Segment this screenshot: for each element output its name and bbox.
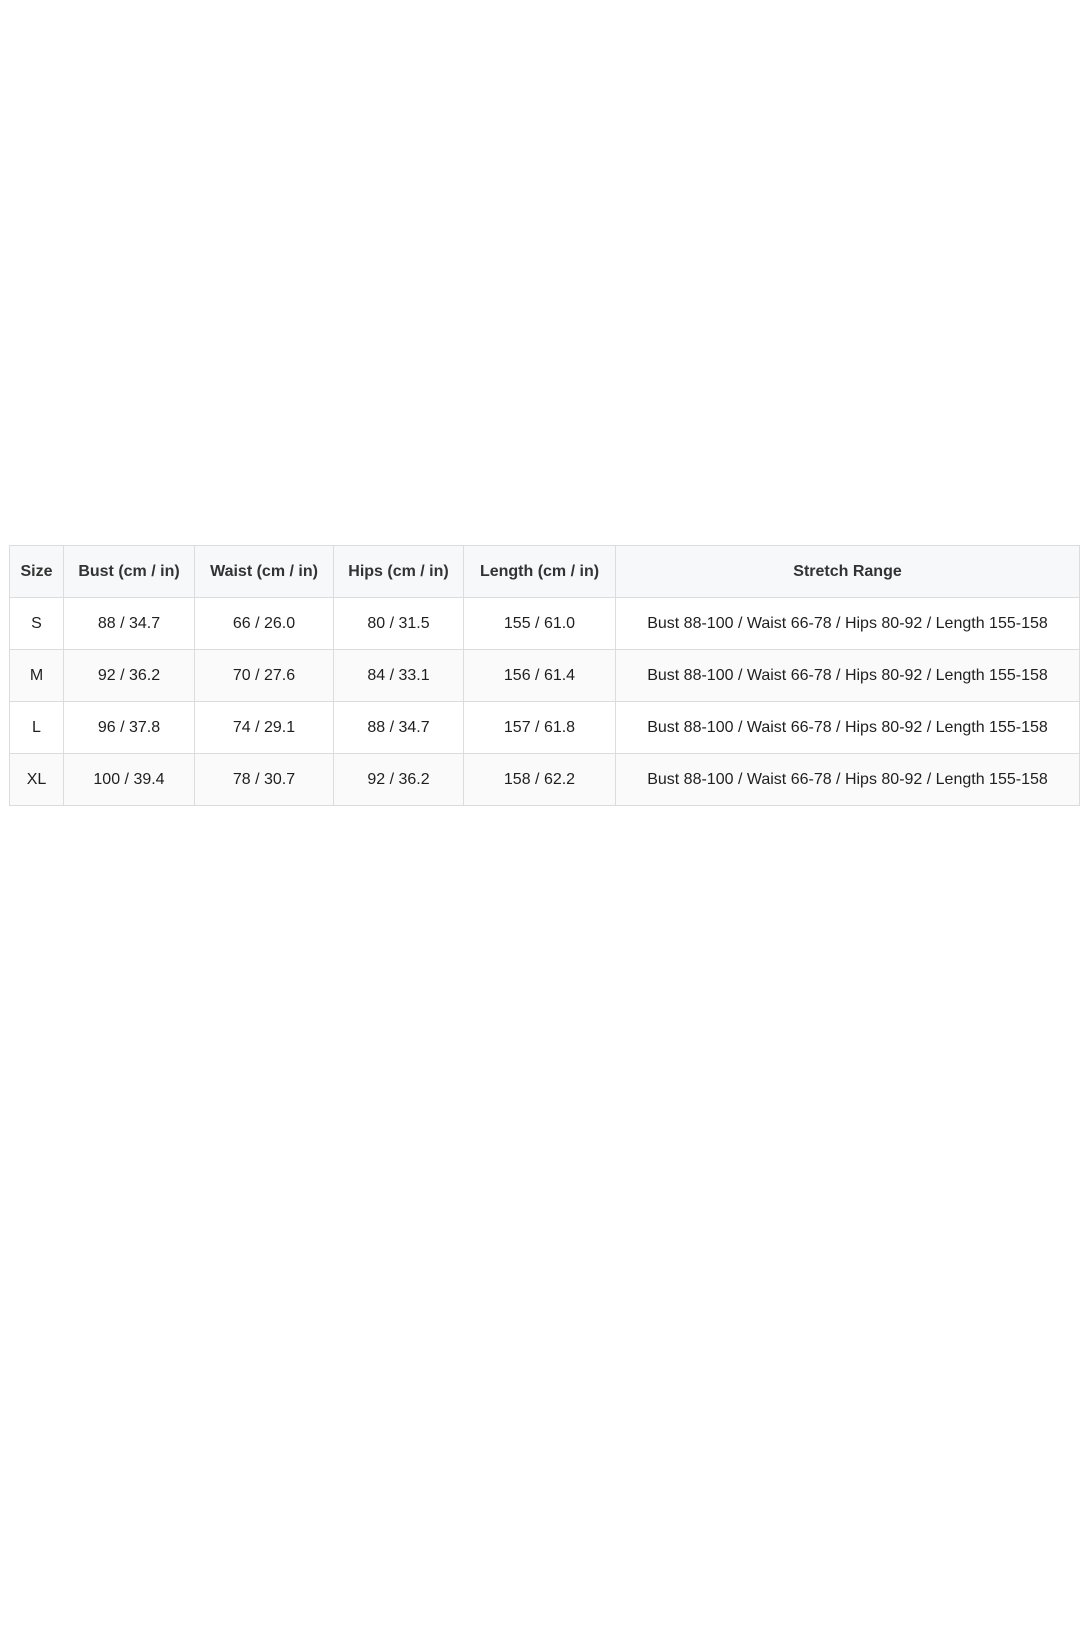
cell-bust: 92 / 36.2 [63, 649, 195, 702]
header-hips: Hips (cm / in) [333, 545, 464, 598]
cell-bust: 96 / 37.8 [63, 701, 195, 754]
cell-stretch-range: Bust 88-100 / Waist 66-78 / Hips 80-92 /… [615, 701, 1080, 754]
table-row: L 96 / 37.8 74 / 29.1 88 / 34.7 157 / 61… [9, 701, 1080, 754]
cell-hips: 80 / 31.5 [333, 597, 464, 650]
header-length: Length (cm / in) [463, 545, 616, 598]
cell-bust: 88 / 34.7 [63, 597, 195, 650]
size-chart-header: Size Bust (cm / in) Waist (cm / in) Hips… [9, 545, 1080, 598]
header-waist: Waist (cm / in) [194, 545, 334, 598]
table-row: XL 100 / 39.4 78 / 30.7 92 / 36.2 158 / … [9, 753, 1080, 806]
cell-hips: 92 / 36.2 [333, 753, 464, 806]
cell-size: XL [9, 753, 64, 806]
cell-hips: 88 / 34.7 [333, 701, 464, 754]
size-chart-body: S 88 / 34.7 66 / 26.0 80 / 31.5 155 / 61… [9, 597, 1080, 806]
cell-length: 155 / 61.0 [463, 597, 616, 650]
cell-length: 158 / 62.2 [463, 753, 616, 806]
header-size: Size [9, 545, 64, 598]
cell-size: S [9, 597, 64, 650]
cell-waist: 78 / 30.7 [194, 753, 334, 806]
cell-waist: 70 / 27.6 [194, 649, 334, 702]
cell-size: M [9, 649, 64, 702]
cell-waist: 74 / 29.1 [194, 701, 334, 754]
cell-length: 156 / 61.4 [463, 649, 616, 702]
size-chart-table: Size Bust (cm / in) Waist (cm / in) Hips… [9, 545, 1080, 806]
cell-length: 157 / 61.8 [463, 701, 616, 754]
table-row: S 88 / 34.7 66 / 26.0 80 / 31.5 155 / 61… [9, 597, 1080, 650]
cell-waist: 66 / 26.0 [194, 597, 334, 650]
cell-stretch-range: Bust 88-100 / Waist 66-78 / Hips 80-92 /… [615, 597, 1080, 650]
cell-hips: 84 / 33.1 [333, 649, 464, 702]
cell-stretch-range: Bust 88-100 / Waist 66-78 / Hips 80-92 /… [615, 753, 1080, 806]
header-stretch-range: Stretch Range [615, 545, 1080, 598]
cell-stretch-range: Bust 88-100 / Waist 66-78 / Hips 80-92 /… [615, 649, 1080, 702]
header-row: Size Bust (cm / in) Waist (cm / in) Hips… [9, 545, 1080, 598]
header-bust: Bust (cm / in) [63, 545, 195, 598]
cell-bust: 100 / 39.4 [63, 753, 195, 806]
cell-size: L [9, 701, 64, 754]
table-row: M 92 / 36.2 70 / 27.6 84 / 33.1 156 / 61… [9, 649, 1080, 702]
